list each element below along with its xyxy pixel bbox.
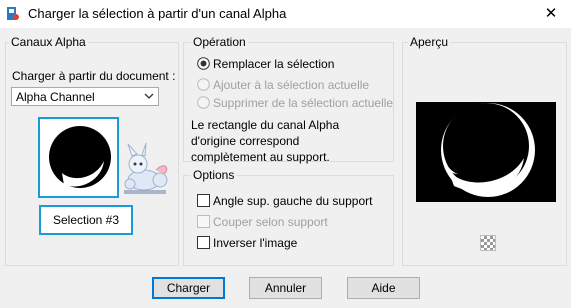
- checkbox-invert-image[interactable]: [197, 236, 210, 249]
- note-line: complètement au support.: [191, 150, 330, 164]
- preview-legend: Aperçu: [408, 35, 451, 49]
- checkbox-clip-to-canvas[interactable]: [197, 215, 210, 228]
- selection-name[interactable]: Selection #3: [39, 205, 133, 235]
- app-icon: [7, 7, 19, 20]
- alpha-channels-legend: Canaux Alpha: [9, 35, 88, 49]
- help-button[interactable]: Aide: [347, 277, 420, 299]
- top-left-corner-label: Angle sup. gauche du support: [213, 194, 373, 208]
- radio-subtract-selection[interactable]: [197, 96, 210, 109]
- preview-image: [416, 102, 556, 202]
- note-line: Le rectangle du canal Alpha: [191, 118, 340, 132]
- document-select[interactable]: Alpha Channel: [11, 87, 159, 106]
- load-from-document-label: Charger à partir du document :: [12, 69, 176, 83]
- subtract-selection-label: Supprimer de la sélection actuelle: [213, 96, 394, 110]
- radio-replace-selection[interactable]: [197, 57, 210, 70]
- document-select-value: Alpha Channel: [16, 90, 95, 104]
- options-legend: Options: [191, 168, 237, 182]
- thumbnail-image: [44, 123, 113, 192]
- close-icon[interactable]: ✕: [536, 2, 566, 26]
- replace-selection-label: Remplacer la sélection: [213, 57, 335, 71]
- clip-to-canvas-label: Couper selon support: [213, 215, 328, 229]
- transparency-toggle-icon[interactable]: [480, 235, 496, 251]
- operation-legend: Opération: [191, 35, 248, 49]
- add-to-selection-label: Ajouter à la sélection actuelle: [213, 78, 370, 92]
- load-button[interactable]: Charger: [152, 277, 225, 299]
- mascot-image: [124, 142, 168, 194]
- alpha-channel-thumbnail[interactable]: [38, 117, 119, 198]
- operation-note: Le rectangle du canal Alpha d'origine co…: [191, 117, 339, 165]
- chevron-down-icon: [144, 93, 154, 99]
- window-title: Charger la sélection à partir d'un canal…: [28, 6, 287, 21]
- checkbox-top-left-corner[interactable]: [197, 194, 210, 207]
- cancel-button[interactable]: Annuler: [249, 277, 322, 299]
- title-bar: Charger la sélection à partir d'un canal…: [0, 0, 571, 28]
- radio-add-to-selection[interactable]: [197, 78, 210, 91]
- invert-image-label: Inverser l'image: [213, 236, 298, 250]
- note-line: d'origine correspond: [191, 134, 300, 148]
